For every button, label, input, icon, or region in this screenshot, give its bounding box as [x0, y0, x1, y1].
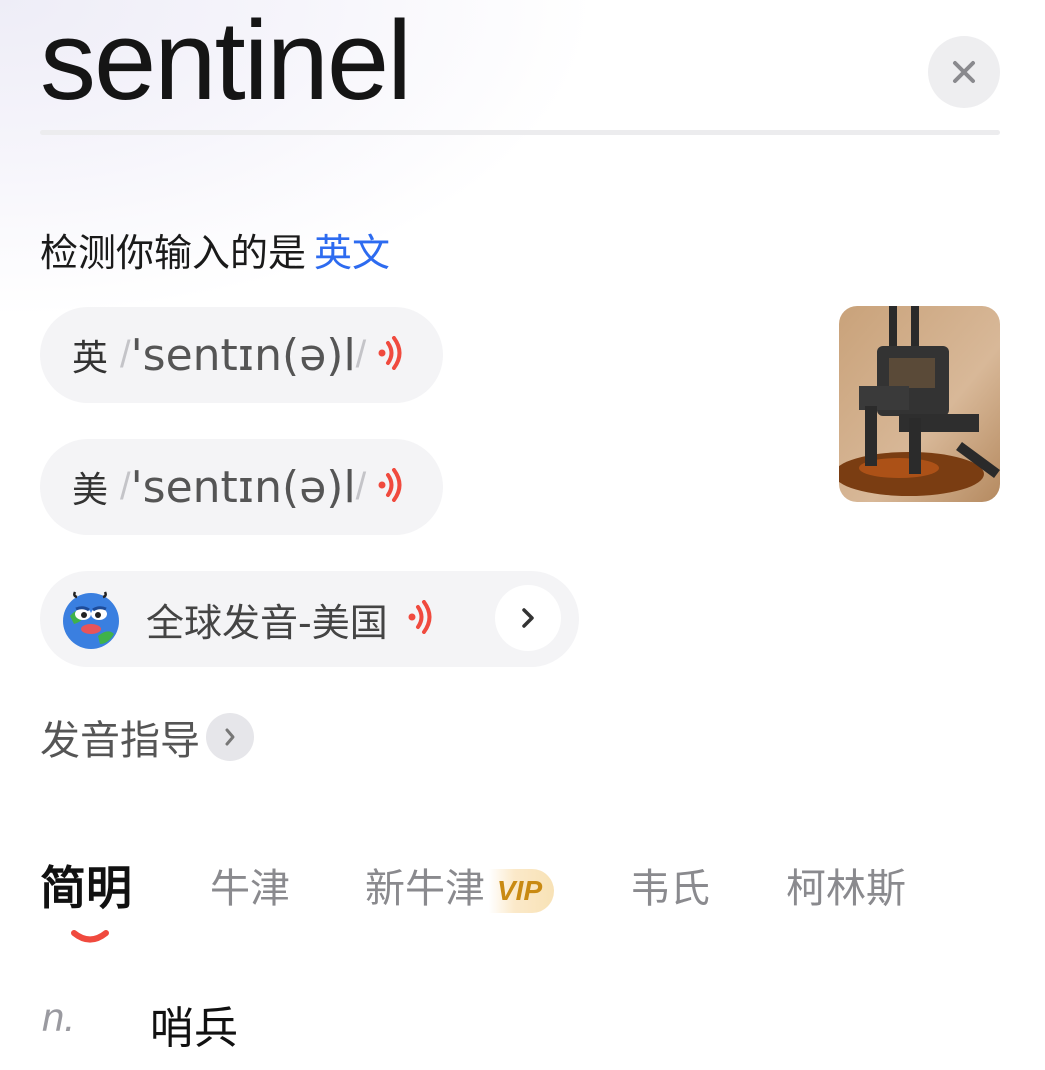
language-detect: 检测你输入的是 英文	[40, 222, 390, 277]
pron-ipa: 'sentɪn(ə)l	[130, 461, 356, 513]
clear-button[interactable]	[928, 36, 1000, 108]
chevron-right-icon	[522, 608, 534, 628]
vip-badge: VIP	[489, 869, 555, 913]
tab-new-oxford-label: 新牛津	[365, 866, 485, 912]
active-tab-indicator	[71, 930, 109, 943]
pron-uk[interactable]: 英 / 'sentɪn(ə)l /	[40, 307, 443, 403]
speaker-icon[interactable]	[378, 336, 402, 374]
tab-oxford[interactable]: 牛津	[210, 856, 290, 914]
search-divider	[40, 130, 1000, 135]
speaker-icon[interactable]	[378, 468, 402, 506]
tab-concise[interactable]: 简明	[40, 852, 132, 918]
pron-region: 美	[72, 470, 109, 511]
global-pronunciation[interactable]: 全球发音-美国	[40, 571, 579, 667]
detect-language-link[interactable]: 英文	[314, 231, 390, 275]
speaker-icon[interactable]	[408, 600, 432, 638]
pron-ipa: 'sentɪn(ə)l	[130, 329, 356, 381]
pron-us[interactable]: 美 / 'sentɪn(ə)l /	[40, 439, 443, 535]
global-pron-label: 全球发音-美国	[146, 600, 388, 645]
globe-avatar-icon	[60, 588, 122, 650]
part-of-speech: n.	[42, 996, 76, 1040]
query-word[interactable]: sentinel	[40, 0, 412, 126]
definition-text: 哨兵	[150, 1003, 238, 1054]
ipa-slash: /	[120, 333, 131, 376]
tab-webster[interactable]: 韦氏	[630, 856, 710, 914]
tab-new-oxford[interactable]: 新牛津 VIP	[365, 856, 555, 914]
ipa-slash: /	[355, 465, 367, 508]
close-icon	[953, 61, 975, 83]
pron-region: 英	[72, 338, 109, 379]
ipa-slash: /	[120, 465, 131, 508]
word-image[interactable]	[839, 306, 1000, 502]
pronunciation-guide[interactable]: 发音指导	[40, 708, 254, 766]
guide-label: 发音指导	[40, 718, 200, 764]
global-pron-more-button[interactable]	[495, 585, 561, 651]
detect-prefix: 检测你输入的是	[40, 231, 307, 275]
tab-collins[interactable]: 柯林斯	[786, 856, 906, 914]
chevron-right-icon	[206, 713, 254, 761]
ipa-slash: /	[355, 333, 367, 376]
